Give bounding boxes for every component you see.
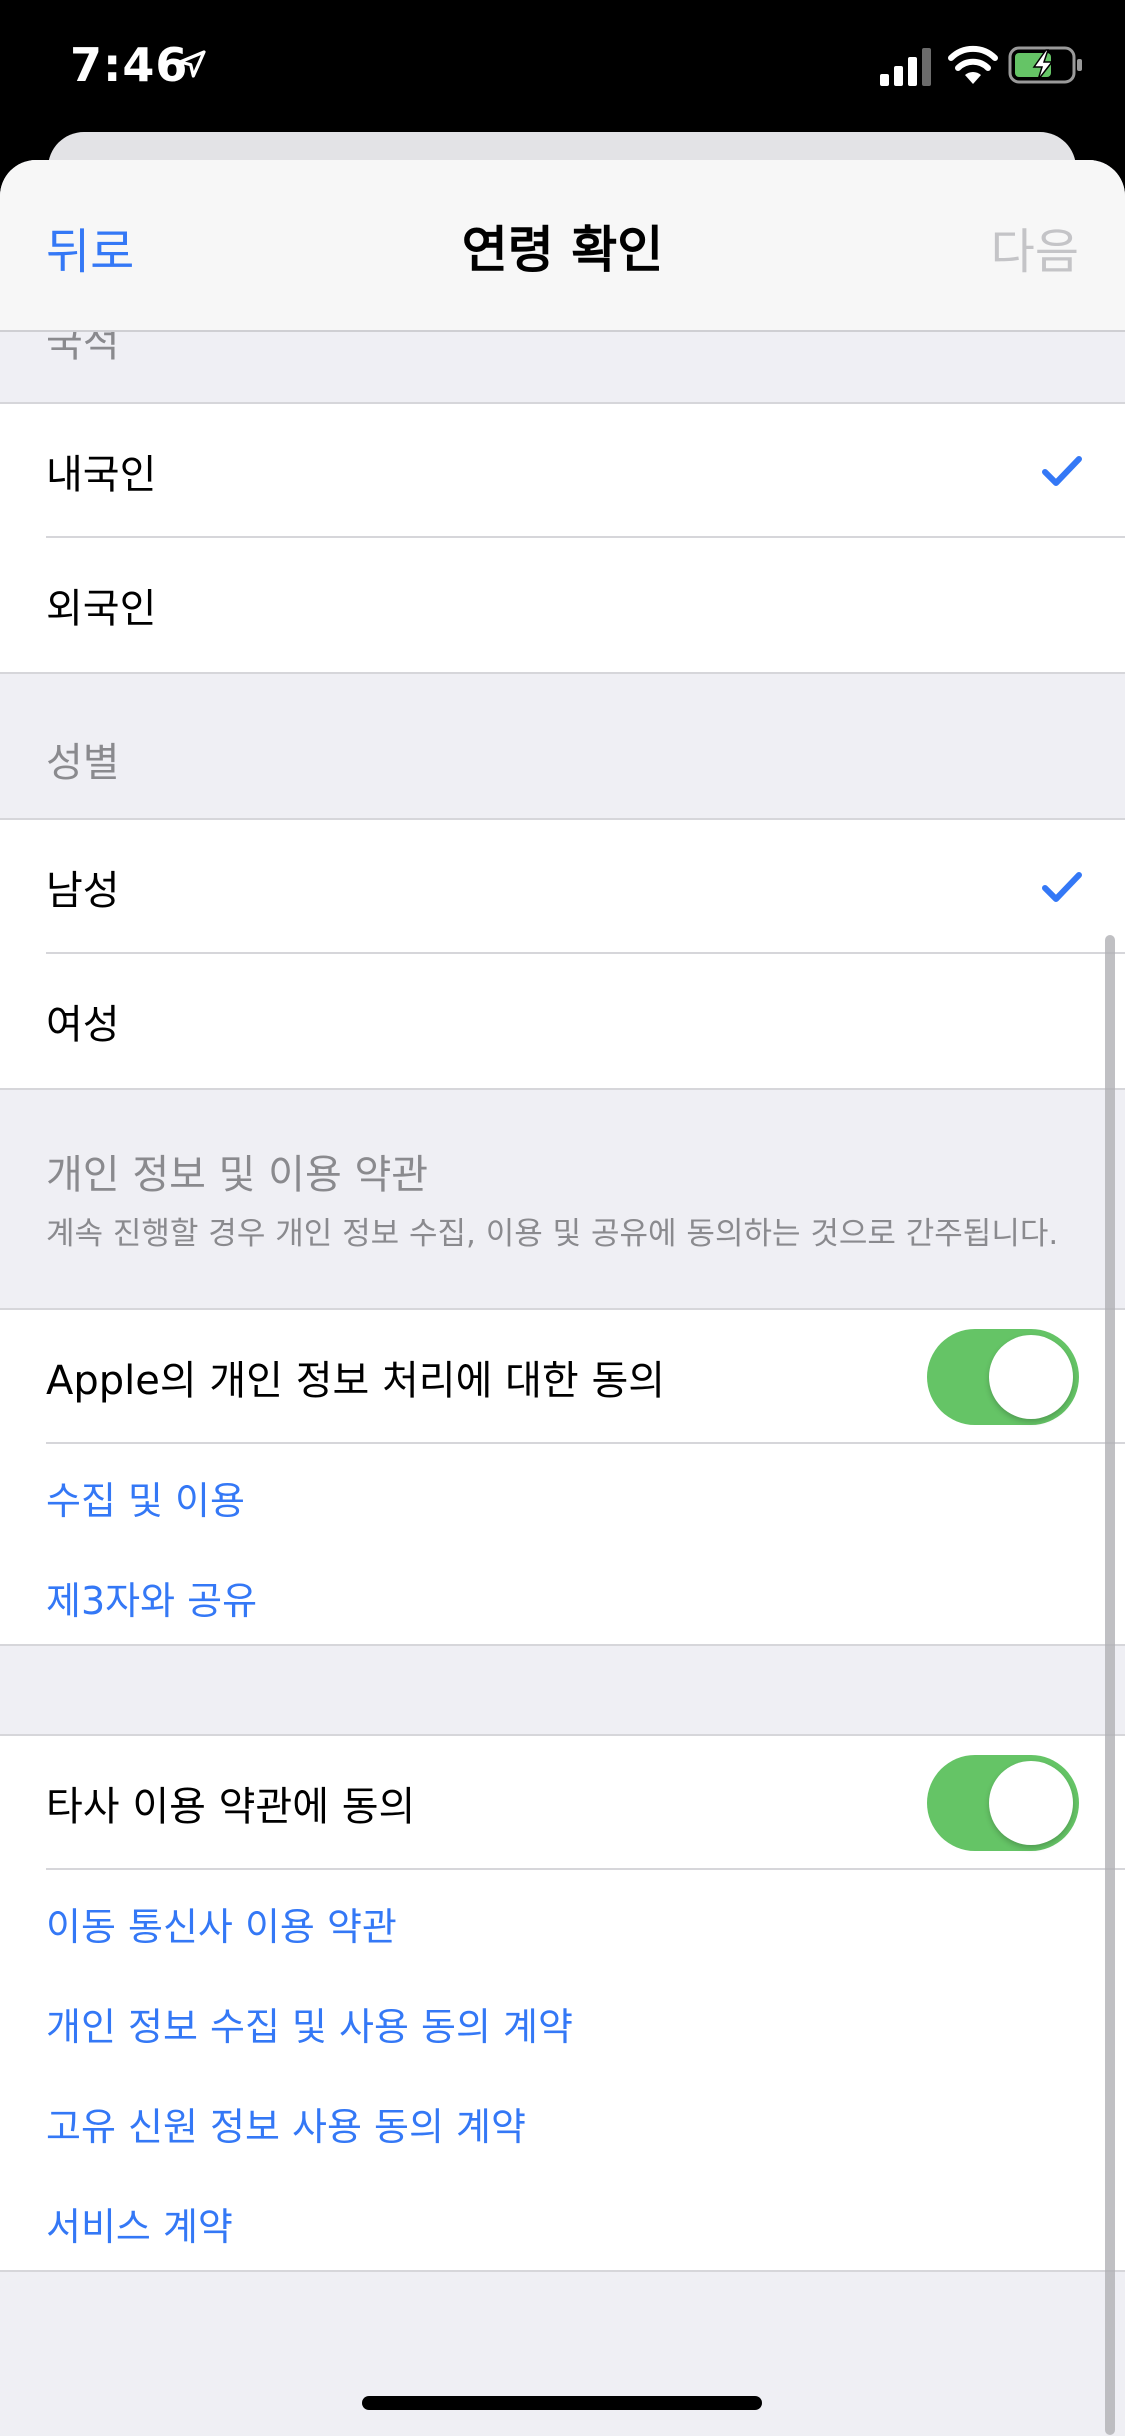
privacy-description: 계속 진행할 경우 개인 정보 수집, 이용 및 공유에 동의하는 것으로 간주…: [46, 1216, 1059, 1252]
option-foreigner[interactable]: 외국인: [0, 538, 1125, 672]
location-arrow-icon: [178, 50, 206, 78]
checkmark-icon: [1042, 456, 1082, 486]
link-row: 수집 및 이용: [0, 1444, 1125, 1544]
scrollbar[interactable]: [1105, 935, 1115, 2435]
gender-group: 남성 여성: [0, 818, 1125, 1090]
option-female[interactable]: 여성: [0, 954, 1125, 1088]
option-label: 외국인: [46, 586, 157, 632]
section-header-gender: 성별: [46, 740, 120, 786]
status-time: 7:46: [70, 38, 189, 92]
link-row: 제3자와 공유: [0, 1544, 1125, 1644]
page-title: 연령 확인: [461, 221, 664, 279]
toggle-knob: [989, 1335, 1073, 1419]
apple-consent-row: Apple의 개인 정보 처리에 대한 동의: [0, 1310, 1125, 1444]
option-label: 여성: [46, 1002, 120, 1048]
collection-and-use-link[interactable]: 수집 및 이용: [46, 1470, 245, 1525]
apple-consent-label: Apple의 개인 정보 처리에 대한 동의: [46, 1358, 666, 1404]
home-indicator[interactable]: [362, 2396, 762, 2410]
link-row: 서비스 계약: [0, 2170, 1125, 2270]
apple-consent-group: Apple의 개인 정보 처리에 대한 동의 수집 및 이용 제3자와 공유: [0, 1308, 1125, 1646]
third-party-consent-row: 타사 이용 약관에 동의: [0, 1736, 1125, 1870]
link-row: 개인 정보 수집 및 사용 동의 계약: [0, 1970, 1125, 2070]
third-party-consent-group: 타사 이용 약관에 동의 이동 통신사 이용 약관 개인 정보 수집 및 사용 …: [0, 1734, 1125, 2272]
toggle-knob: [989, 1761, 1073, 1845]
status-bar: 7:46: [0, 0, 1125, 130]
nationality-group: 내국인 외국인: [0, 402, 1125, 674]
option-label: 남성: [46, 868, 120, 914]
third-party-consent-label: 타사 이용 약관에 동의: [46, 1784, 416, 1830]
service-agreement-link[interactable]: 서비스 계약: [46, 2196, 233, 2251]
age-verification-sheet: 뒤로 연령 확인 다음 국적 내국인 외국인 성별 남성 여성 개인 정보 및 …: [0, 160, 1125, 2436]
unique-id-agreement-link[interactable]: 고유 신원 정보 사용 동의 계약: [46, 2096, 526, 2151]
option-domestic[interactable]: 내국인: [0, 404, 1125, 538]
apple-consent-toggle[interactable]: [927, 1329, 1079, 1425]
option-label: 내국인: [46, 452, 157, 498]
wifi-icon: [948, 45, 998, 84]
link-row: 고유 신원 정보 사용 동의 계약: [0, 2070, 1125, 2170]
checkmark-icon: [1042, 872, 1082, 902]
carrier-terms-link[interactable]: 이동 통신사 이용 약관: [46, 1896, 397, 1951]
link-row: 이동 통신사 이용 약관: [0, 1870, 1125, 1970]
signal-icon: [880, 48, 931, 86]
battery-charging-icon: [1008, 46, 1082, 84]
third-party-consent-toggle[interactable]: [927, 1755, 1079, 1851]
section-header-privacy: 개인 정보 및 이용 약관: [46, 1152, 429, 1198]
next-button[interactable]: 다음: [991, 212, 1079, 282]
personal-info-agreement-link[interactable]: 개인 정보 수집 및 사용 동의 계약: [46, 1996, 573, 2051]
navigation-bar: 뒤로 연령 확인 다음: [0, 160, 1125, 332]
third-party-sharing-link[interactable]: 제3자와 공유: [46, 1570, 257, 1625]
option-male[interactable]: 남성: [0, 820, 1125, 954]
